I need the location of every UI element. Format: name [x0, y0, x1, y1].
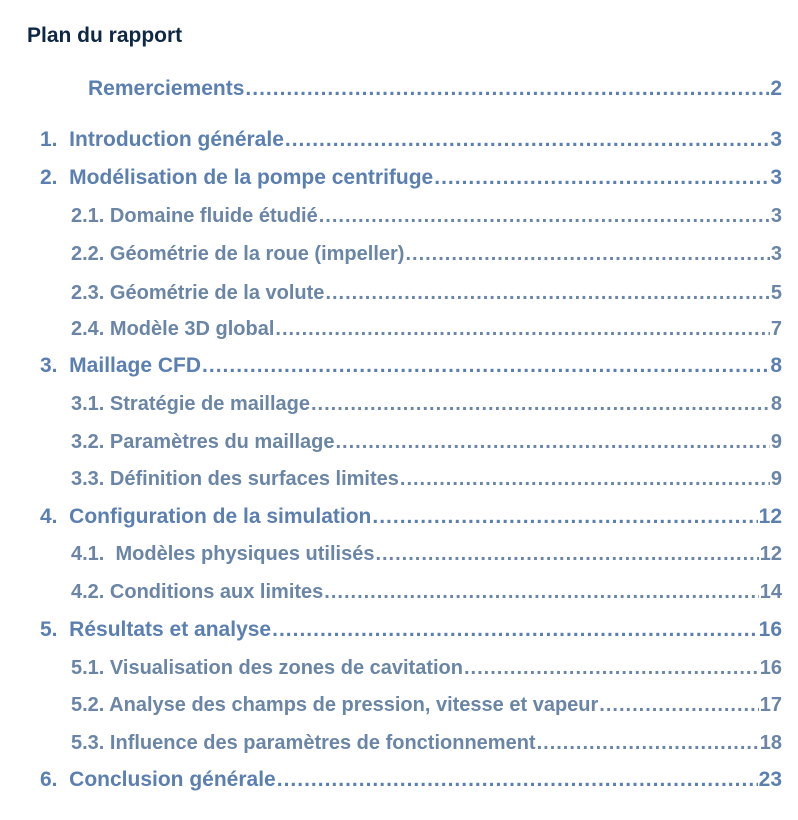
- toc-entry[interactable]: 1. Introduction générale 3: [40, 125, 782, 155]
- toc-page-number: 14: [759, 581, 782, 603]
- toc-entry[interactable]: 5.3. Influence des paramètres de fonctio…: [71, 728, 782, 758]
- toc-page-number: 9: [770, 468, 782, 490]
- toc-dot-leader: [325, 278, 769, 308]
- toc-entry-label: 4. Configuration de la simulation: [40, 505, 372, 528]
- toc-entry-label: 4.2. Conditions aux limites: [71, 581, 324, 603]
- toc-page-number: 8: [770, 354, 782, 377]
- toc-entry-label: 3. Maillage CFD: [40, 354, 202, 377]
- toc-page-number: 12: [758, 505, 782, 528]
- toc-page-number: 16: [758, 618, 782, 641]
- toc-entry[interactable]: 2. Modélisation de la pompe centrifuge 3: [40, 163, 782, 193]
- toc-page-number: 3: [770, 166, 782, 189]
- toc-entry[interactable]: 4.2. Conditions aux limites 14: [71, 577, 782, 607]
- toc-entry-label: Remerciements: [88, 77, 245, 100]
- toc-dot-leader: [285, 125, 769, 155]
- toc-page-number: 8: [770, 393, 782, 415]
- toc-dot-leader: [272, 615, 758, 645]
- toc-entry-label: 2.4. Modèle 3D global: [71, 318, 275, 340]
- toc-entry-label: 5.1. Visualisation des zones de cavitati…: [71, 657, 463, 679]
- toc-dot-leader: [405, 239, 769, 269]
- toc-page-number: 3: [770, 243, 782, 265]
- toc-entry[interactable]: 5. Résultats et analyse 16: [40, 615, 782, 645]
- toc-entry[interactable]: 2.2. Géométrie de la roue (impeller) 3: [71, 239, 782, 269]
- toc-dot-leader: [372, 502, 757, 532]
- toc-dot-leader: [245, 74, 769, 104]
- toc-entry-label: 6. Conclusion générale: [40, 768, 276, 791]
- toc-entry[interactable]: 3.2. Paramètres du maillage 9: [71, 427, 782, 457]
- toc-entry[interactable]: 4. Configuration de la simulation 12: [40, 502, 782, 532]
- toc-dot-leader: [277, 765, 758, 795]
- toc-entry[interactable]: 6. Conclusion générale 23: [40, 765, 782, 795]
- toc-page-number: 2: [770, 77, 782, 100]
- toc-dot-leader: [202, 351, 769, 381]
- toc-entry-label: 2. Modélisation de la pompe centrifuge: [40, 166, 434, 189]
- toc-dot-leader: [400, 464, 770, 494]
- toc-entry-label: 3.2. Paramètres du maillage: [71, 431, 335, 453]
- toc-page-number: 16: [759, 657, 782, 679]
- toc-entry[interactable]: 2.3. Géométrie de la volute 5: [71, 278, 782, 308]
- toc-entry-label: 1. Introduction générale: [40, 128, 284, 151]
- toc-entry-label: 5. Résultats et analyse: [40, 618, 272, 641]
- table-of-contents: Remerciements 2 1. Introduction générale 3…: [0, 0, 798, 820]
- toc-dot-leader: [599, 690, 758, 720]
- toc-entry[interactable]: 3.3. Définition des surfaces limites 9: [71, 464, 782, 494]
- toc-page-number: 5: [770, 282, 782, 304]
- toc-dot-leader: [275, 314, 769, 344]
- toc-dot-leader: [375, 539, 758, 569]
- toc-page-number: 3: [770, 205, 782, 227]
- toc-entry[interactable]: 5.2. Analyse des champs de pression, vit…: [71, 690, 782, 720]
- toc-entry-label: 2.1. Domaine fluide étudié: [71, 205, 318, 227]
- toc-dot-leader: [434, 163, 769, 193]
- toc-dot-leader: [324, 577, 758, 607]
- toc-page-number: 3: [770, 128, 782, 151]
- toc-entry[interactable]: 2.4. Modèle 3D global 7: [71, 314, 782, 344]
- toc-dot-leader: [311, 389, 770, 419]
- toc-entry-label: 2.3. Géométrie de la volute: [71, 282, 325, 304]
- toc-page-number: 18: [759, 732, 782, 754]
- toc-dot-leader: [537, 728, 759, 758]
- toc-entry-label: 3.3. Définition des surfaces limites: [71, 468, 399, 490]
- toc-entry[interactable]: 5.1. Visualisation des zones de cavitati…: [71, 653, 782, 683]
- toc-dot-leader: [319, 201, 770, 231]
- toc-page-number: 23: [758, 768, 782, 791]
- toc-entry[interactable]: 4.1. Modèles physiques utilisés 12: [71, 539, 782, 569]
- toc-dot-leader: [335, 427, 769, 457]
- toc-page-number: 9: [770, 431, 782, 453]
- toc-entry[interactable]: 3.1. Stratégie de maillage 8: [71, 389, 782, 419]
- toc-dot-leader: [464, 653, 759, 683]
- toc-entry-label: 2.2. Géométrie de la roue (impeller): [71, 243, 405, 265]
- toc-page-number: 12: [759, 543, 782, 565]
- toc-entry-label: 5.3. Influence des paramètres de fonctio…: [71, 732, 536, 754]
- toc-entry-label: 5.2. Analyse des champs de pression, vit…: [71, 694, 599, 716]
- toc-page-number: 17: [759, 694, 782, 716]
- toc-entry-label: 4.1. Modèles physiques utilisés: [71, 543, 375, 565]
- toc-page-number: 7: [770, 318, 782, 340]
- toc-entry[interactable]: Remerciements 2: [88, 74, 782, 104]
- toc-entry-label: 3.1. Stratégie de maillage: [71, 393, 310, 415]
- toc-entry[interactable]: 2.1. Domaine fluide étudié 3: [71, 201, 782, 231]
- toc-entry[interactable]: 3. Maillage CFD 8: [40, 351, 782, 381]
